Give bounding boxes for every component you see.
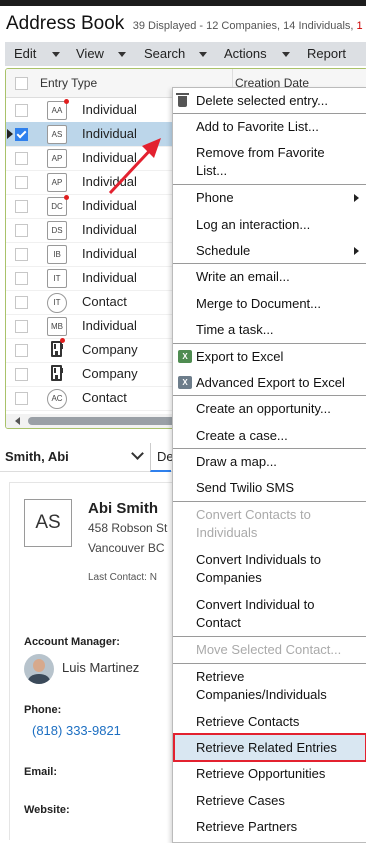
annotation-arrow [108,138,161,195]
